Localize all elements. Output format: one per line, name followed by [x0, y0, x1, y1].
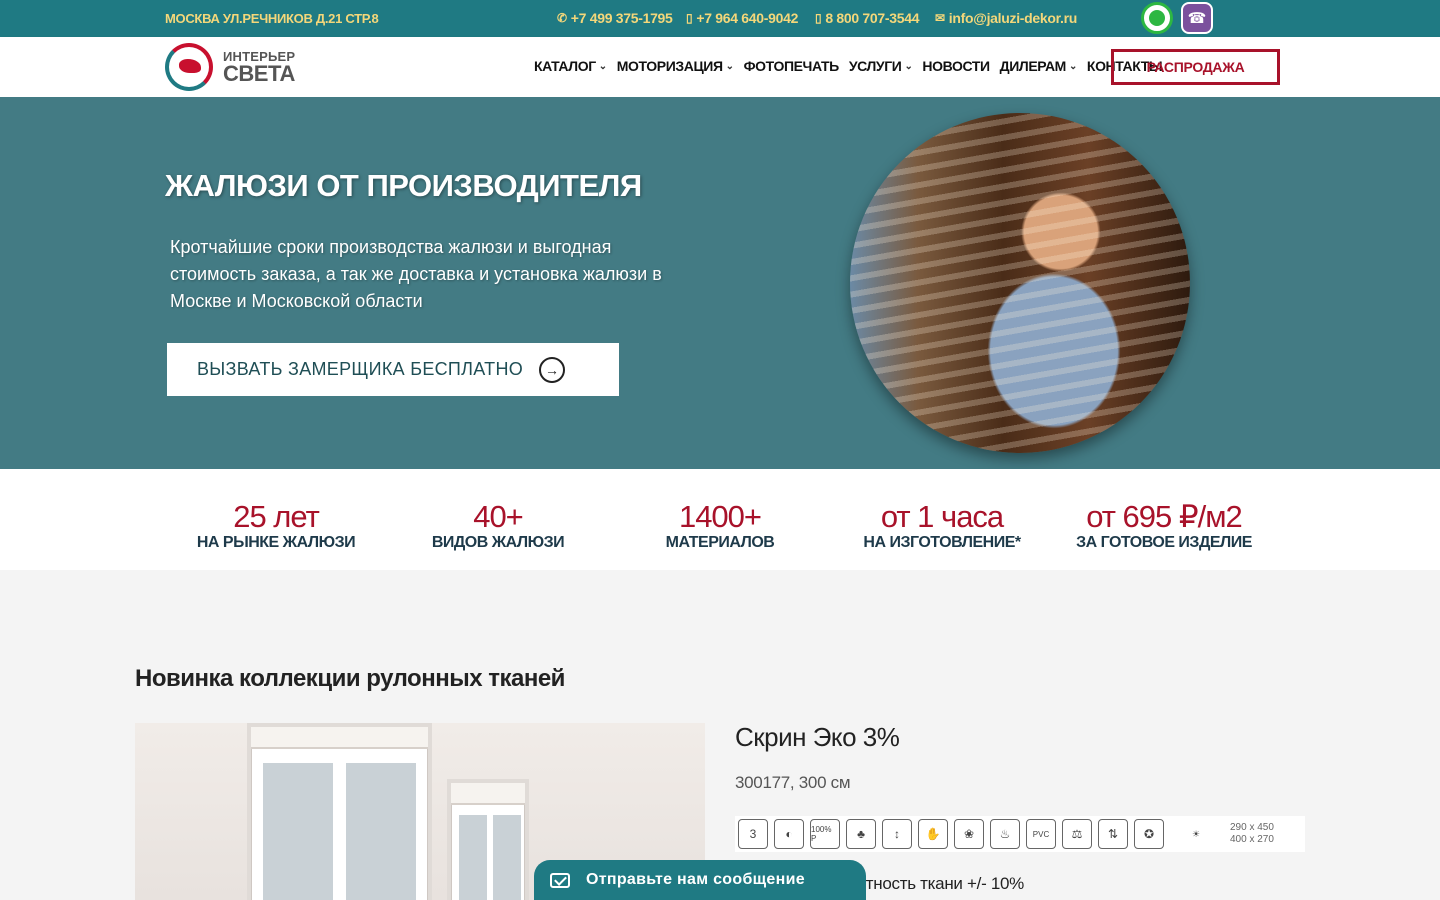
- cta-label: ВЫЗВАТЬ ЗАМЕРЩИКА БЕСПЛАТНО: [197, 359, 524, 379]
- product-name[interactable]: Скрин Эко 3%: [735, 722, 900, 753]
- main-header: ИНТЕРЬЕР СВЕТА КАТАЛОГ ⌄ МОТОРИЗАЦИЯ ⌄ ФОТ…: [0, 37, 1440, 97]
- stat-label: НА ИЗГОТОВЛЕНИЕ*: [863, 534, 1021, 551]
- horse-logo-icon: [165, 43, 213, 91]
- stat-item: 40+ ВИДОВ ЖАЛЮЗИ: [388, 501, 608, 552]
- hand-wash-icon: ✋: [918, 819, 948, 849]
- hero-title: ЖАЛЮЗИ ОТ ПРОИЗВОДИТЕЛЯ: [165, 168, 642, 203]
- top-bar: МОСКВА УЛ.РЕЧНИКОВ Д.21 СТР.8 ✆ +7 499 3…: [0, 0, 1440, 37]
- size-info: 290 x 450 400 x 270: [1230, 822, 1274, 846]
- oeko-tex-icon: ☀: [1191, 828, 1201, 839]
- chat-widget-button[interactable]: Отправьте нам сообщение: [534, 860, 866, 900]
- chevron-down-icon: ⌄: [725, 60, 734, 72]
- thickness-icon: ⇅: [1098, 819, 1128, 849]
- hero-section: ЖАЛЮЗИ ОТ ПРОИЗВОДИТЕЛЯ Кротчайшие сроки…: [0, 97, 1440, 469]
- size-2: 400 x 270: [1230, 834, 1274, 845]
- phone-3: 8 800 707-3544: [825, 10, 920, 26]
- phone-1: +7 499 375-1795: [570, 10, 673, 26]
- phone-link-3[interactable]: ▯ 8 800 707-3544: [815, 10, 920, 26]
- whatsapp-icon[interactable]: [1141, 2, 1173, 34]
- nav-label: УСЛУГИ: [848, 58, 902, 74]
- window-pane: [493, 815, 521, 900]
- window-graphic: [447, 779, 529, 900]
- chat-label: Отправьте нам сообщение: [586, 871, 805, 888]
- hero-photo: [850, 113, 1190, 453]
- openness-3-icon: 3: [738, 819, 768, 849]
- certificate-icon: ✪: [1134, 819, 1164, 849]
- nav-item-services[interactable]: УСЛУГИ ⌄: [849, 58, 913, 74]
- feature-icons-strip: 3 ◐ 100% P ♣ ↕ ✋ ❀ ♨ PVC ⚖ ⇅ ✪ ☀ 290 x 4…: [735, 816, 1305, 852]
- envelope-icon: ✉: [935, 11, 945, 25]
- height-300-icon: ↕: [882, 819, 912, 849]
- nav-item-motorization[interactable]: МОТОРИЗАЦИЯ ⌄: [617, 58, 734, 74]
- window-pane: [263, 763, 333, 900]
- phone-link-1[interactable]: ✆ +7 499 375-1795: [557, 10, 673, 26]
- call-measurer-button[interactable]: ВЫЗВАТЬ ЗАМЕРЩИКА БЕСПЛАТНО →: [167, 343, 619, 396]
- size-1: 290 x 450: [1230, 822, 1274, 833]
- viber-icon[interactable]: [1181, 2, 1213, 34]
- product-code: 300177, 300 см: [735, 773, 851, 792]
- chevron-down-icon: ⌄: [904, 60, 913, 72]
- clover-icon: ♣: [846, 819, 876, 849]
- address-text: МОСКВА УЛ.РЕЧНИКОВ Д.21 СТР.8: [165, 11, 379, 26]
- collection-title: Новинка коллекции рулонных тканей: [135, 665, 565, 692]
- main-nav: КАТАЛОГ ⌄ МОТОРИЗАЦИЯ ⌄ ФОТОПЕЧАТЬ УСЛУГИ ⌄…: [534, 58, 1163, 74]
- hero-lead: Кротчайшие сроки производства жалюзи и в…: [170, 237, 662, 311]
- fire-icon: ♨: [990, 819, 1020, 849]
- chevron-down-icon: ⌄: [598, 60, 607, 72]
- weight-icon: ⚖: [1062, 819, 1092, 849]
- roller-shade: [451, 783, 525, 805]
- email-text: info@jaluzi-dekor.ru: [948, 10, 1078, 26]
- phone-icon: ✆: [557, 11, 567, 25]
- nav-item-photoprint[interactable]: ФОТОПЕЧАТЬ: [743, 58, 840, 74]
- roller-shade: [251, 727, 428, 749]
- stat-label: НА РЫНКЕ ЖАЛЮЗИ: [196, 534, 356, 551]
- stat-label: ВИДОВ ЖАЛЮЗИ: [431, 534, 565, 551]
- sale-button[interactable]: РАСПРОДАЖА: [1111, 49, 1280, 85]
- stat-value: 40+: [473, 499, 524, 534]
- half-circle-icon: ◐: [774, 819, 804, 849]
- nav-item-catalog[interactable]: КАТАЛОГ ⌄: [534, 58, 607, 74]
- window-graphic: [247, 723, 432, 900]
- stat-value: от 695 ₽/м2: [1086, 499, 1243, 534]
- chevron-down-icon: ⌄: [1068, 60, 1077, 72]
- stat-item: от 1 часа НА ИЗГОТОВЛЕНИЕ*: [832, 501, 1052, 552]
- stat-value: от 1 часа: [880, 499, 1004, 534]
- phone-2: +7 964 640-9042: [696, 10, 799, 26]
- email-link[interactable]: ✉ info@jaluzi-dekor.ru: [935, 10, 1077, 26]
- density-text: отность ткани +/- 10%: [857, 874, 1024, 893]
- stats-bar: 25 лет НА РЫНКЕ ЖАЛЮЗИ 40+ ВИДОВ ЖАЛЮЗИ …: [0, 469, 1440, 570]
- nav-item-news[interactable]: НОВОСТИ: [922, 58, 990, 74]
- stat-value: 25 лет: [233, 499, 320, 534]
- nav-item-dealers[interactable]: ДИЛЕРАМ ⌄: [999, 58, 1078, 74]
- stat-item: от 695 ₽/м2 ЗА ГОТОВОЕ ИЗДЕЛИЕ: [1054, 501, 1274, 552]
- polyester-icon: 100% P: [810, 819, 840, 849]
- mobile-icon: ▯: [815, 11, 822, 25]
- pvc-icon: PVC: [1026, 819, 1056, 849]
- stat-item: 1400+ МАТЕРИАЛОВ: [610, 501, 830, 552]
- stat-label: МАТЕРИАЛОВ: [665, 534, 775, 551]
- nav-label: КАТАЛОГ: [534, 58, 596, 74]
- arrow-right-icon: →: [539, 356, 566, 383]
- mobile-icon: ▯: [686, 11, 693, 25]
- window-pane: [346, 763, 416, 900]
- window-pane: [459, 815, 487, 900]
- stat-label: ЗА ГОТОВОЕ ИЗДЕЛИЕ: [1076, 534, 1252, 551]
- nav-label: МОТОРИЗАЦИЯ: [616, 58, 723, 74]
- envelope-icon: [550, 872, 570, 888]
- nav-label: ДИЛЕРАМ: [999, 58, 1067, 74]
- logo-text-line2: СВЕТА: [223, 60, 295, 86]
- stat-value: 1400+: [678, 499, 762, 534]
- nav-label: ФОТОПЕЧАТЬ: [743, 58, 840, 74]
- stat-item: 25 лет НА РЫНКЕ ЖАЛЮЗИ: [166, 501, 386, 552]
- site-logo[interactable]: ИНТЕРЬЕР СВЕТА: [165, 43, 295, 91]
- phone-link-2[interactable]: ▯ +7 964 640-9042: [686, 10, 798, 26]
- leaves-icon: ❀: [954, 819, 984, 849]
- nav-label: НОВОСТИ: [922, 58, 990, 74]
